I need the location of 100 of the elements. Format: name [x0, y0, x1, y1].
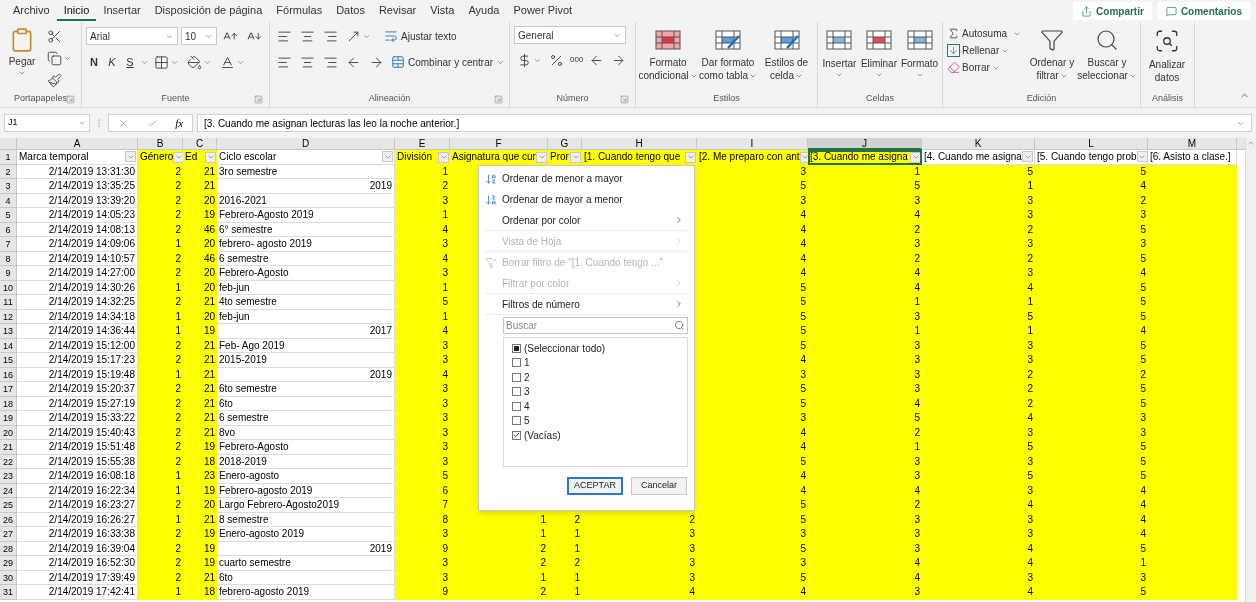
ribbon-tab[interactable]: Ayuda — [461, 1, 507, 21]
row-number[interactable]: 5 — [0, 208, 17, 223]
column-header[interactable]: M — [1148, 138, 1237, 150]
dialog-launcher-icon[interactable] — [494, 95, 503, 104]
checkbox[interactable] — [512, 343, 521, 353]
filter-button[interactable] — [1136, 151, 1148, 163]
bold-button[interactable]: N — [86, 53, 102, 71]
value-item[interactable]: (Vacías) — [512, 428, 679, 443]
ribbon-tab[interactable]: Archivo — [6, 1, 57, 21]
value-item[interactable]: 4 — [512, 399, 679, 414]
filter-button[interactable] — [438, 151, 449, 163]
column-header[interactable]: F — [450, 138, 548, 150]
menu-item[interactable]: Filtros de número — [485, 294, 688, 315]
italic-button[interactable]: K — [104, 53, 120, 71]
column-header[interactable]: K — [922, 138, 1035, 150]
checkbox[interactable] — [512, 387, 521, 397]
styles-button[interactable]: Dar formato como tabla — [700, 26, 756, 82]
dialog-launcher-icon[interactable] — [620, 95, 629, 104]
checkbox[interactable] — [512, 401, 521, 411]
column-header[interactable]: D — [217, 138, 395, 150]
paste-button[interactable]: Pegar — [4, 26, 40, 77]
row-number[interactable]: 13 — [0, 324, 17, 339]
thousands-button[interactable]: 000 — [568, 54, 586, 66]
value-item[interactable]: 2 — [512, 370, 679, 385]
column-header[interactable]: J — [808, 138, 922, 150]
menu-item[interactable]: Ordenar por color — [485, 210, 688, 231]
clear-button[interactable]: Borrar — [947, 60, 1025, 75]
autosum-button[interactable]: Autosuma — [947, 26, 1025, 41]
ribbon-tab[interactable]: Revisar — [371, 1, 424, 21]
merge-center-button[interactable]: Combinar y centrar — [391, 54, 506, 70]
ribbon-tab[interactable]: Power Pivot — [506, 1, 580, 21]
scroll-up-icon[interactable] — [1247, 139, 1255, 147]
ok-button[interactable]: ACEPTAR — [567, 477, 623, 495]
filter-button[interactable] — [910, 151, 921, 163]
filter-button[interactable] — [685, 151, 696, 163]
insert-function-button[interactable]: fx — [175, 114, 184, 132]
row-number[interactable]: 1 — [0, 150, 17, 165]
filter-button[interactable] — [570, 151, 581, 163]
checkbox[interactable] — [512, 358, 521, 368]
column-header[interactable]: I — [697, 138, 808, 150]
row-number[interactable]: 19 — [0, 411, 17, 426]
filter-button[interactable] — [536, 151, 547, 163]
row-number[interactable]: 15 — [0, 353, 17, 368]
sort-filter-button[interactable]: Ordenar y filtrar — [1029, 26, 1075, 82]
row-number[interactable]: 7 — [0, 237, 17, 252]
styles-button[interactable]: Formato condicional — [640, 26, 696, 82]
ribbon-tab[interactable]: Disposición de página — [147, 1, 270, 21]
analyze-data-button[interactable]: Analizar datos — [1145, 26, 1189, 84]
ribbon-tab[interactable]: Insertar — [96, 1, 148, 21]
column-header[interactable]: L — [1035, 138, 1148, 150]
checkbox[interactable] — [512, 430, 521, 440]
find-select-button[interactable]: Buscar y seleccionar — [1079, 26, 1135, 82]
row-number[interactable]: 9 — [0, 266, 17, 281]
cancel-icon[interactable] — [117, 117, 129, 129]
name-box[interactable]: J1 — [4, 114, 90, 132]
value-item[interactable]: 1 — [512, 355, 679, 370]
column-header[interactable]: E — [395, 138, 450, 150]
font-name-field[interactable]: Arial — [86, 27, 178, 45]
menu-item[interactable]: Ordenar de mayor a menor — [485, 189, 688, 210]
column-header[interactable]: H — [582, 138, 697, 150]
row-number[interactable]: 31 — [0, 585, 17, 600]
enter-icon[interactable] — [146, 117, 158, 129]
cancel-button[interactable]: Cancelar — [631, 477, 687, 495]
filter-button[interactable] — [382, 151, 393, 163]
search-field[interactable]: Buscar — [503, 317, 688, 334]
row-number[interactable]: 3 — [0, 179, 17, 194]
cells-button[interactable]: Eliminar — [860, 26, 897, 79]
wrap-text-button[interactable]: Ajustar texto — [384, 28, 457, 44]
column-header[interactable]: B — [138, 138, 183, 150]
column-header[interactable]: A — [17, 138, 138, 150]
number-format-field[interactable]: General — [514, 26, 626, 44]
font-size-field[interactable]: 10 — [181, 27, 217, 45]
ribbon-tab[interactable]: Vista — [423, 1, 462, 21]
column-header[interactable]: C — [183, 138, 217, 150]
ribbon-tab[interactable]: Datos — [329, 1, 372, 21]
filter-button[interactable] — [205, 151, 216, 163]
cells-button[interactable]: Formato — [901, 26, 938, 79]
cells-button[interactable]: Insertar — [822, 26, 857, 79]
dialog-launcher-icon[interactable] — [254, 95, 263, 104]
checkbox[interactable] — [512, 416, 521, 426]
formula-field[interactable]: [3. Cuando me asignan lecturas las leo la noche anterior.] — [197, 114, 1252, 132]
row-number[interactable]: 21 — [0, 440, 17, 455]
filter-button[interactable] — [125, 151, 136, 163]
value-item[interactable]: (Seleccionar todo) — [512, 341, 679, 356]
comments-button[interactable]: Comentarios — [1157, 2, 1250, 20]
styles-button[interactable]: Estilos de celda — [760, 26, 813, 82]
fill-button[interactable]: Rellenar — [947, 43, 1025, 58]
row-number[interactable]: 29 — [0, 556, 17, 571]
row-number[interactable]: 17 — [0, 382, 17, 397]
row-number[interactable]: 11 — [0, 295, 17, 310]
row-number[interactable]: 25 — [0, 498, 17, 513]
underline-button[interactable]: S — [122, 53, 138, 71]
dialog-launcher-icon[interactable] — [66, 95, 75, 104]
column-header[interactable]: G — [548, 138, 582, 150]
ribbon-tab[interactable]: Fórmulas — [269, 1, 330, 21]
row-number[interactable]: 23 — [0, 469, 17, 484]
value-item[interactable]: 3 — [512, 384, 679, 399]
value-item[interactable]: 5 — [512, 413, 679, 428]
checkbox[interactable] — [512, 372, 521, 382]
row-number[interactable]: 27 — [0, 527, 17, 542]
